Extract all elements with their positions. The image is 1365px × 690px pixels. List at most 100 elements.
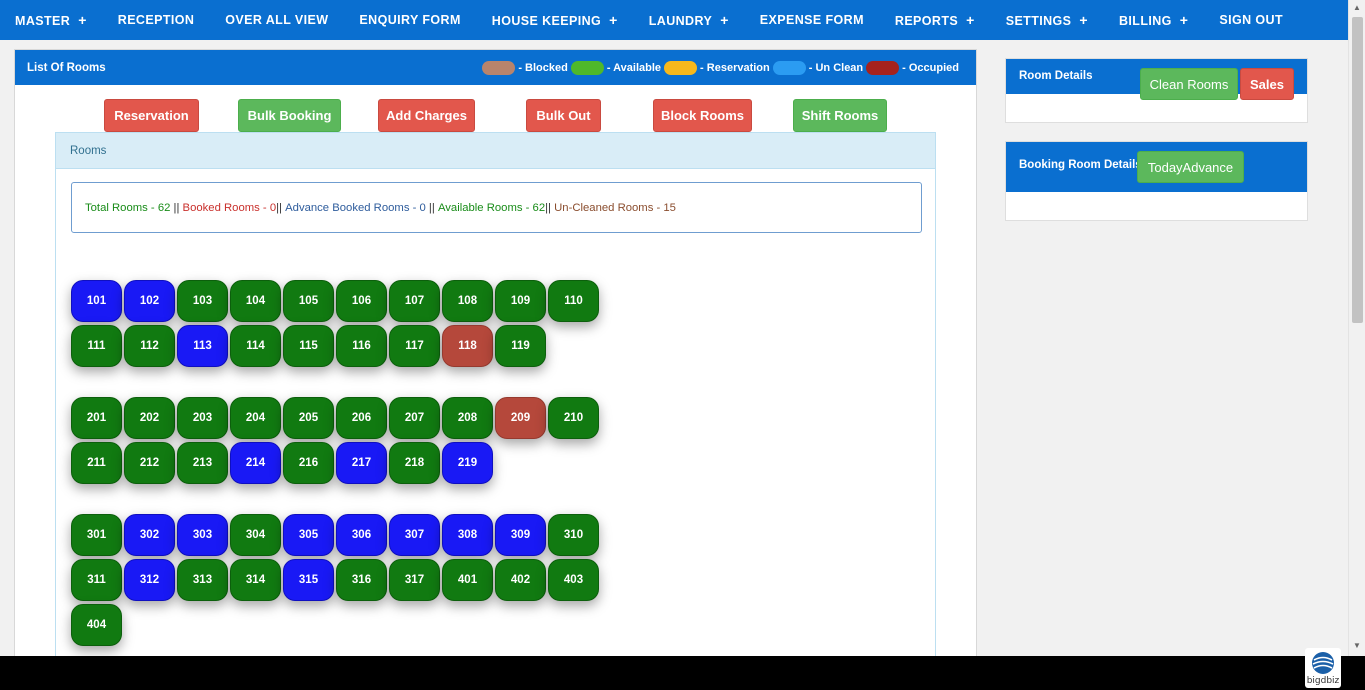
sales-button[interactable]: Sales: [1240, 68, 1294, 100]
room-tile[interactable]: 317: [389, 559, 440, 601]
nav-enquiry-form[interactable]: ENQUIRY FORM: [359, 13, 460, 27]
room-tile[interactable]: 105: [283, 280, 334, 322]
room-tile[interactable]: 109: [495, 280, 546, 322]
nav-reports[interactable]: REPORTS +: [895, 12, 975, 28]
scrollbar-thumb[interactable]: [1352, 17, 1363, 323]
room-tile[interactable]: 309: [495, 514, 546, 556]
room-tile[interactable]: 208: [442, 397, 493, 439]
room-tile[interactable]: 106: [336, 280, 387, 322]
room-tile[interactable]: 212: [124, 442, 175, 484]
room-tile[interactable]: 103: [177, 280, 228, 322]
room-tile[interactable]: 313: [177, 559, 228, 601]
summary-available-rooms: Available Rooms - 62: [437, 201, 546, 214]
room-tile[interactable]: 214: [230, 442, 281, 484]
summary-separator: ||: [170, 201, 183, 214]
reservation-button[interactable]: Reservation: [104, 99, 199, 132]
room-tile[interactable]: 107: [389, 280, 440, 322]
summary-booked-rooms: Booked Rooms - 0: [182, 201, 277, 214]
room-tile[interactable]: 209: [495, 397, 546, 439]
room-tile[interactable]: 316: [336, 559, 387, 601]
summary-separator: ||: [545, 201, 555, 214]
room-tile[interactable]: 219: [442, 442, 493, 484]
clean-rooms-button[interactable]: Clean Rooms: [1140, 68, 1238, 100]
room-tile[interactable]: 207: [389, 397, 440, 439]
nav-sign-out[interactable]: SIGN OUT: [1219, 13, 1283, 27]
nav-billing[interactable]: BILLING +: [1119, 12, 1188, 28]
room-tile[interactable]: 211: [71, 442, 122, 484]
nav-master[interactable]: MASTER +: [15, 12, 87, 28]
room-tile[interactable]: 117: [389, 325, 440, 367]
list-of-rooms-panel: List Of Rooms - Blocked - Available - Re…: [14, 49, 977, 662]
rooms-heading: Rooms: [56, 133, 935, 169]
room-tile[interactable]: 307: [389, 514, 440, 556]
room-tile[interactable]: 119: [495, 325, 546, 367]
room-tile[interactable]: 304: [230, 514, 281, 556]
legend-reservation-label: - Reservation: [700, 61, 770, 74]
room-tile[interactable]: 101: [71, 280, 122, 322]
room-tile[interactable]: 308: [442, 514, 493, 556]
room-tile[interactable]: 302: [124, 514, 175, 556]
vertical-scrollbar[interactable]: ▲ ▼: [1348, 0, 1365, 656]
add-charges-button[interactable]: Add Charges: [378, 99, 475, 132]
room-tile[interactable]: 213: [177, 442, 228, 484]
room-tile[interactable]: 315: [283, 559, 334, 601]
summary-total-rooms: Total Rooms - 62: [85, 201, 171, 214]
summary-separator: ||: [276, 201, 286, 214]
nav-settings[interactable]: SETTINGS +: [1006, 12, 1088, 28]
room-tile[interactable]: 312: [124, 559, 175, 601]
room-tile[interactable]: 116: [336, 325, 387, 367]
nav-laundry[interactable]: LAUNDRY +: [649, 12, 729, 28]
nav-expense-form[interactable]: EXPENSE FORM: [760, 13, 864, 27]
room-tile[interactable]: 108: [442, 280, 493, 322]
room-tile[interactable]: 311: [71, 559, 122, 601]
room-tile[interactable]: 401: [442, 559, 493, 601]
nav-reception[interactable]: RECEPTION: [118, 13, 195, 27]
room-tile[interactable]: 303: [177, 514, 228, 556]
room-tile[interactable]: 114: [230, 325, 281, 367]
booking-room-details-title: Booking Room Details: [1019, 159, 1142, 171]
room-tile[interactable]: 205: [283, 397, 334, 439]
summary-separator: ||: [425, 201, 438, 214]
shift-rooms-button[interactable]: Shift Rooms: [793, 99, 887, 132]
room-tile[interactable]: 216: [283, 442, 334, 484]
room-tile[interactable]: 402: [495, 559, 546, 601]
room-tile[interactable]: 203: [177, 397, 228, 439]
bottom-bar: [0, 656, 1365, 690]
room-tile[interactable]: 310: [548, 514, 599, 556]
summary-uncleaned-rooms: Un-Cleaned Rooms - 15: [554, 201, 676, 214]
room-tile[interactable]: 403: [548, 559, 599, 601]
legend-occupied-swatch: [866, 60, 900, 75]
legend-reservation-swatch: [664, 60, 698, 75]
room-tile[interactable]: 204: [230, 397, 281, 439]
room-tile[interactable]: 305: [283, 514, 334, 556]
room-tile[interactable]: 102: [124, 280, 175, 322]
room-tile[interactable]: 404: [71, 604, 122, 646]
room-tile[interactable]: 202: [124, 397, 175, 439]
room-tile[interactable]: 201: [71, 397, 122, 439]
list-of-rooms-title: List Of Rooms: [27, 61, 106, 74]
room-tile[interactable]: 206: [336, 397, 387, 439]
nav-house-keeping[interactable]: HOUSE KEEPING +: [492, 12, 618, 28]
bulk-out-button[interactable]: Bulk Out: [526, 99, 601, 132]
room-tile[interactable]: 210: [548, 397, 599, 439]
room-tile[interactable]: 104: [230, 280, 281, 322]
legend-available-swatch: [570, 60, 604, 75]
top-nav: MASTER + RECEPTION OVER ALL VIEW ENQUIRY …: [0, 0, 1348, 40]
room-tile[interactable]: 314: [230, 559, 281, 601]
room-tile[interactable]: 111: [71, 325, 122, 367]
room-tile[interactable]: 115: [283, 325, 334, 367]
scroll-up-icon[interactable]: ▲: [1353, 3, 1361, 12]
nav-over-all-view[interactable]: OVER ALL VIEW: [225, 13, 328, 27]
room-tile[interactable]: 110: [548, 280, 599, 322]
room-tile[interactable]: 217: [336, 442, 387, 484]
bulk-booking-button[interactable]: Bulk Booking: [238, 99, 341, 132]
scroll-down-icon[interactable]: ▼: [1353, 641, 1361, 650]
room-tile[interactable]: 301: [71, 514, 122, 556]
room-tile[interactable]: 112: [124, 325, 175, 367]
today-advance-button[interactable]: TodayAdvance: [1137, 151, 1244, 183]
room-tile[interactable]: 113: [177, 325, 228, 367]
room-tile[interactable]: 118: [442, 325, 493, 367]
room-tile[interactable]: 218: [389, 442, 440, 484]
room-tile[interactable]: 306: [336, 514, 387, 556]
block-rooms-button[interactable]: Block Rooms: [653, 99, 752, 132]
